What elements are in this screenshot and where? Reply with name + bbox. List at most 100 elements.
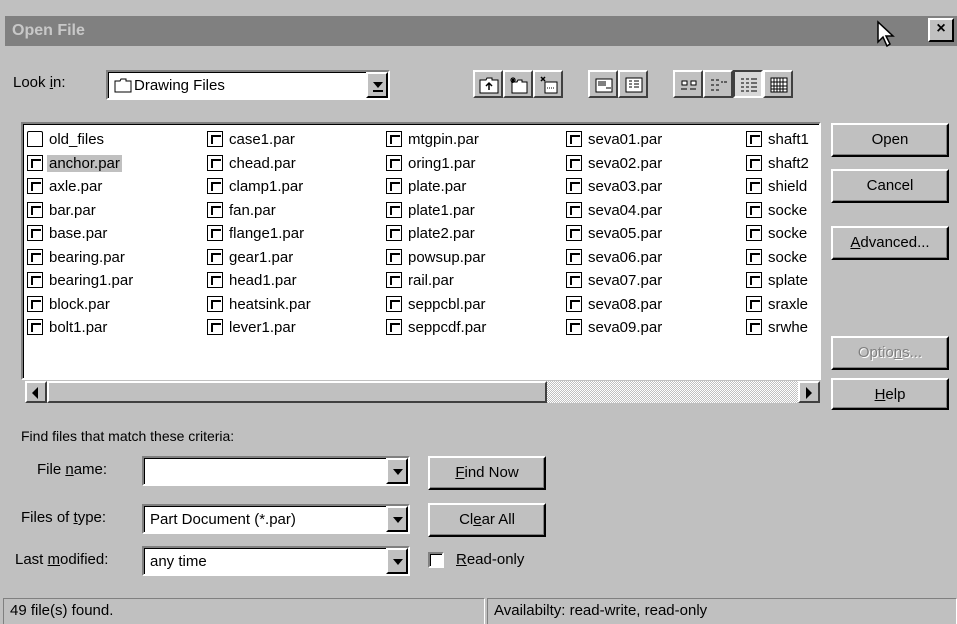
list-item[interactable]: shaft2	[746, 152, 819, 176]
part-file-icon	[27, 295, 43, 312]
part-file-icon	[746, 154, 762, 171]
file-column-5: shaft1 shaft2 shield socke socke socke splate s…	[746, 128, 819, 340]
look-in-dropdown[interactable]: Drawing Files	[106, 70, 390, 100]
list-item[interactable]: socke	[746, 246, 819, 270]
list-item[interactable]: seva02.par	[566, 152, 746, 176]
scroll-right-button[interactable]	[798, 381, 820, 403]
files-of-type-dropdown-arrow[interactable]	[386, 506, 408, 532]
horizontal-scrollbar[interactable]	[25, 381, 820, 405]
list-item[interactable]: plate2.par	[386, 222, 566, 246]
scroll-left-button[interactable]	[25, 381, 47, 403]
list-item[interactable]: seppcdf.par	[386, 316, 566, 340]
list-item[interactable]: flange1.par	[207, 222, 387, 246]
list-item[interactable]: oring1.par	[386, 152, 566, 176]
file-name-dropdown-arrow[interactable]	[386, 458, 408, 484]
file-name: head1.par	[229, 272, 297, 289]
list-item[interactable]: seva06.par	[566, 246, 746, 270]
file-name: seva01.par	[588, 131, 663, 148]
list-item[interactable]: head1.par	[207, 269, 387, 293]
preview-button[interactable]	[763, 70, 793, 98]
list-item[interactable]: splate	[746, 269, 819, 293]
list-item[interactable]: seva07.par	[566, 269, 746, 293]
create-new-folder-button[interactable]	[503, 70, 533, 98]
file-name: fan.par	[229, 201, 276, 219]
list-item[interactable]: bearing1.par	[27, 269, 207, 293]
list-item[interactable]: seva04.par	[566, 199, 746, 223]
list-item[interactable]: seva01.par	[566, 128, 746, 152]
list-item[interactable]: bar.par	[27, 199, 207, 223]
list-item[interactable]: seva03.par	[566, 175, 746, 199]
files-of-type-dropdown[interactable]: Part Document (*.par)	[142, 504, 410, 534]
clear-all-button[interactable]: Clear All	[428, 503, 546, 537]
list-item[interactable]: block.par	[27, 293, 207, 317]
list-item[interactable]: fan.par	[207, 199, 387, 223]
list-item[interactable]: plate.par	[386, 175, 566, 199]
list-item[interactable]: socke	[746, 222, 819, 246]
last-modified-dropdown[interactable]: any time	[142, 546, 410, 576]
file-name-field[interactable]	[142, 456, 410, 486]
list-item[interactable]: shaft1	[746, 128, 819, 152]
file-name: bearing.par	[49, 248, 125, 266]
list-item[interactable]: old_files	[27, 128, 207, 152]
list-item[interactable]: heatsink.par	[207, 293, 387, 317]
list-item[interactable]: anchor.par	[27, 152, 207, 176]
look-in-arrow[interactable]	[366, 72, 388, 98]
cancel-button[interactable]: Cancel	[831, 169, 949, 203]
list-item[interactable]: socke	[746, 199, 819, 223]
file-name: chead.par	[229, 154, 296, 172]
close-button[interactable]: ×	[928, 18, 954, 42]
list-item[interactable]: powsup.par	[386, 246, 566, 270]
chevron-down-icon	[373, 82, 383, 92]
find-now-button[interactable]: Find Now	[428, 456, 546, 490]
list-item[interactable]: gear1.par	[207, 246, 387, 270]
part-file-icon	[386, 178, 402, 194]
file-name: seva05.par	[588, 225, 663, 242]
file-list[interactable]: old_files anchor.par axle.par bar.par base.p…	[21, 122, 821, 380]
list-item[interactable]: mtgpin.par	[386, 128, 566, 152]
up-one-level-button[interactable]	[473, 70, 503, 98]
delete-button[interactable]	[533, 70, 563, 98]
list-item[interactable]: case1.par	[207, 128, 387, 152]
file-name: plate1.par	[408, 201, 475, 219]
list-item[interactable]: clamp1.par	[207, 175, 387, 199]
list-item[interactable]: chead.par	[207, 152, 387, 176]
title-bar[interactable]: Open File	[5, 16, 957, 46]
list-item[interactable]: axle.par	[27, 175, 207, 199]
part-file-icon	[746, 295, 762, 312]
open-button[interactable]: Open	[831, 123, 949, 157]
part-file-icon	[746, 225, 762, 241]
list-view-button[interactable]	[703, 70, 733, 98]
large-icons-button[interactable]	[673, 70, 703, 98]
list-item[interactable]: bearing.par	[27, 246, 207, 270]
list-item[interactable]: seva08.par	[566, 293, 746, 317]
options-button[interactable]: Options...	[831, 336, 949, 370]
file-name: shield	[768, 178, 808, 195]
file-name: plate.par	[408, 178, 467, 195]
list-item[interactable]: seva09.par	[566, 316, 746, 340]
list-item[interactable]: seppcbl.par	[386, 293, 566, 317]
last-modified-dropdown-arrow[interactable]	[386, 548, 408, 574]
read-only-label[interactable]: Read-only	[456, 551, 524, 568]
file-name: flange1.par	[229, 225, 305, 242]
list-item[interactable]: lever1.par	[207, 316, 387, 340]
properties-button[interactable]	[588, 70, 618, 98]
scroll-thumb[interactable]	[47, 381, 547, 403]
part-file-icon	[207, 131, 223, 147]
details-list-button[interactable]	[733, 70, 763, 98]
close-icon: ×	[936, 20, 946, 37]
part-file-icon	[386, 295, 402, 312]
list-item[interactable]: shield	[746, 175, 819, 199]
help-button[interactable]: Help	[831, 378, 949, 410]
list-item[interactable]: plate1.par	[386, 199, 566, 223]
list-item[interactable]: srwhe	[746, 316, 819, 340]
properties-icon	[595, 78, 613, 93]
list-item[interactable]: rail.par	[386, 269, 566, 293]
read-only-checkbox[interactable]	[428, 552, 444, 568]
details-view-button[interactable]	[618, 70, 648, 98]
advanced-button[interactable]: Advanced...	[831, 226, 949, 260]
file-name: base.par	[49, 225, 108, 242]
list-item[interactable]: base.par	[27, 222, 207, 246]
list-item[interactable]: sraxle	[746, 293, 819, 317]
list-item[interactable]: seva05.par	[566, 222, 746, 246]
list-item[interactable]: bolt1.par	[27, 316, 207, 340]
